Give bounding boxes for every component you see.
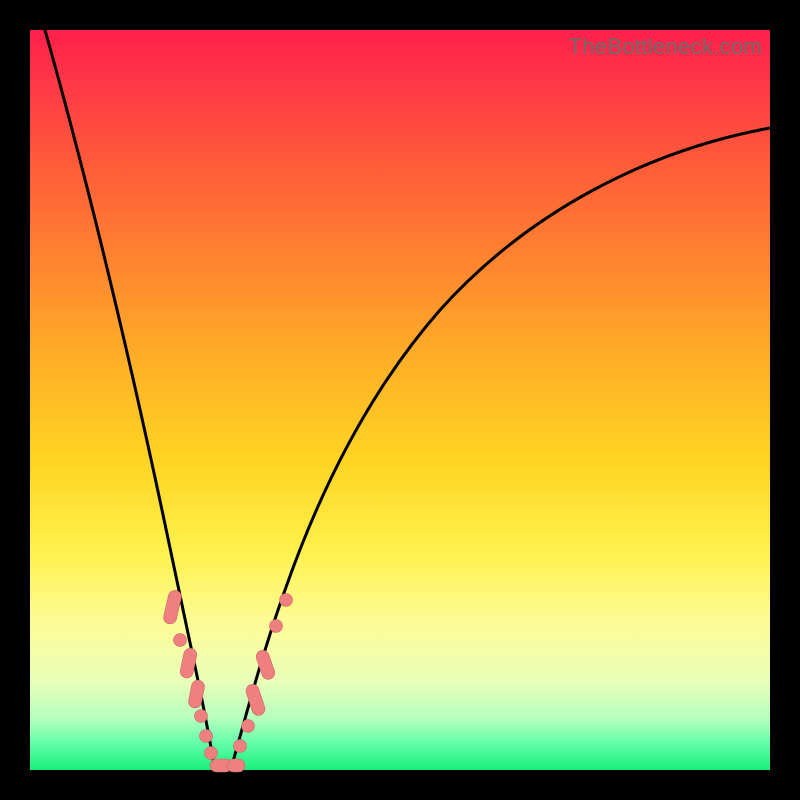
marker-left-2: [174, 634, 187, 647]
marker-left-1: [162, 589, 182, 625]
marker-left-6: [200, 730, 213, 743]
curve-layer: [30, 30, 770, 770]
marker-left-3: [179, 647, 198, 679]
marker-right-2: [242, 720, 255, 733]
marker-right-5: [270, 620, 283, 633]
marker-floor-2: [227, 759, 245, 772]
marker-right-6: [280, 594, 293, 607]
marker-left-7: [205, 747, 218, 760]
marker-left-5: [195, 710, 208, 723]
marker-right-1: [234, 740, 247, 753]
plot-area: TheBottleneck.com: [30, 30, 770, 770]
curve-right-branch: [232, 128, 770, 765]
chart-frame: TheBottleneck.com: [0, 0, 800, 800]
